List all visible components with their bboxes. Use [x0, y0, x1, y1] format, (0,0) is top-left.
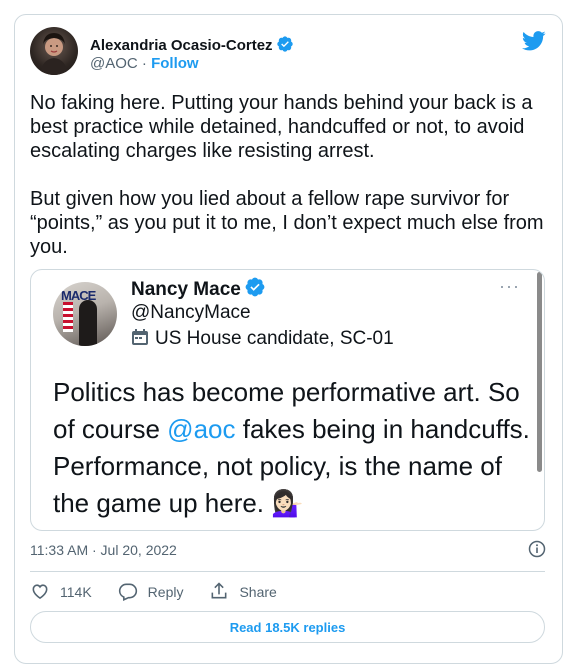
author-handle[interactable]: @AOC [90, 55, 138, 72]
more-options-icon[interactable]: ··· [499, 276, 520, 297]
quoted-author-description-row: US House candidate, SC-01 [131, 328, 394, 352]
quoted-tweet[interactable]: MACE Nancy Mace @NancyMace US House cand… [30, 269, 545, 531]
author-handle-row: @AOC · Follow [90, 55, 199, 72]
quoted-author-avatar[interactable]: MACE [53, 282, 117, 346]
like-button[interactable]: 114K [30, 581, 92, 604]
tweet-card: Alexandria Ocasio-Cortez @AOC · Follow N… [14, 14, 563, 664]
verified-badge-icon [244, 276, 266, 304]
quoted-author-handle[interactable]: @NancyMace [131, 302, 251, 324]
reply-button[interactable]: Reply [118, 581, 184, 604]
quoted-tweet-text: Politics has become performative art. So… [53, 374, 533, 522]
read-replies-button[interactable]: Read 18.5K replies [30, 611, 545, 643]
verified-badge-icon [276, 35, 294, 57]
tweet-timestamp[interactable]: 11:33 AM · Jul 20, 2022 [30, 542, 177, 558]
quoted-author-name-row: Nancy Mace [131, 276, 266, 304]
avatar-person [79, 300, 97, 346]
divider [30, 571, 545, 572]
tweet-text: No faking here. Putting your hands behin… [30, 92, 544, 258]
author-name-row[interactable]: Alexandria Ocasio-Cortez [90, 35, 294, 57]
speech-bubble-icon [118, 581, 148, 604]
follow-button[interactable]: Follow [151, 55, 199, 72]
quoted-author-description: US House candidate, SC-01 [155, 328, 394, 349]
reply-label: Reply [147, 584, 184, 600]
heart-icon [30, 581, 60, 604]
author-avatar[interactable] [30, 27, 78, 75]
handle-separator: · [137, 55, 152, 72]
like-count: 114K [60, 584, 92, 600]
tipping-hand-emoji: 💁🏻‍♀️ [271, 488, 304, 518]
share-upload-icon [209, 581, 239, 604]
calendar-icon [131, 328, 149, 352]
action-bar: 114K Reply Share [30, 580, 303, 604]
quoted-scrollbar[interactable] [537, 272, 542, 472]
author-name[interactable]: Alexandria Ocasio-Cortez [90, 37, 273, 54]
info-icon[interactable] [528, 540, 546, 558]
share-button[interactable]: Share [209, 581, 277, 604]
quoted-mention-link[interactable]: @aoc [167, 414, 235, 444]
share-label: Share [239, 584, 277, 600]
quoted-author-name[interactable]: Nancy Mace [131, 279, 241, 300]
avatar-flag [63, 302, 73, 332]
twitter-bird-icon[interactable] [521, 31, 546, 51]
